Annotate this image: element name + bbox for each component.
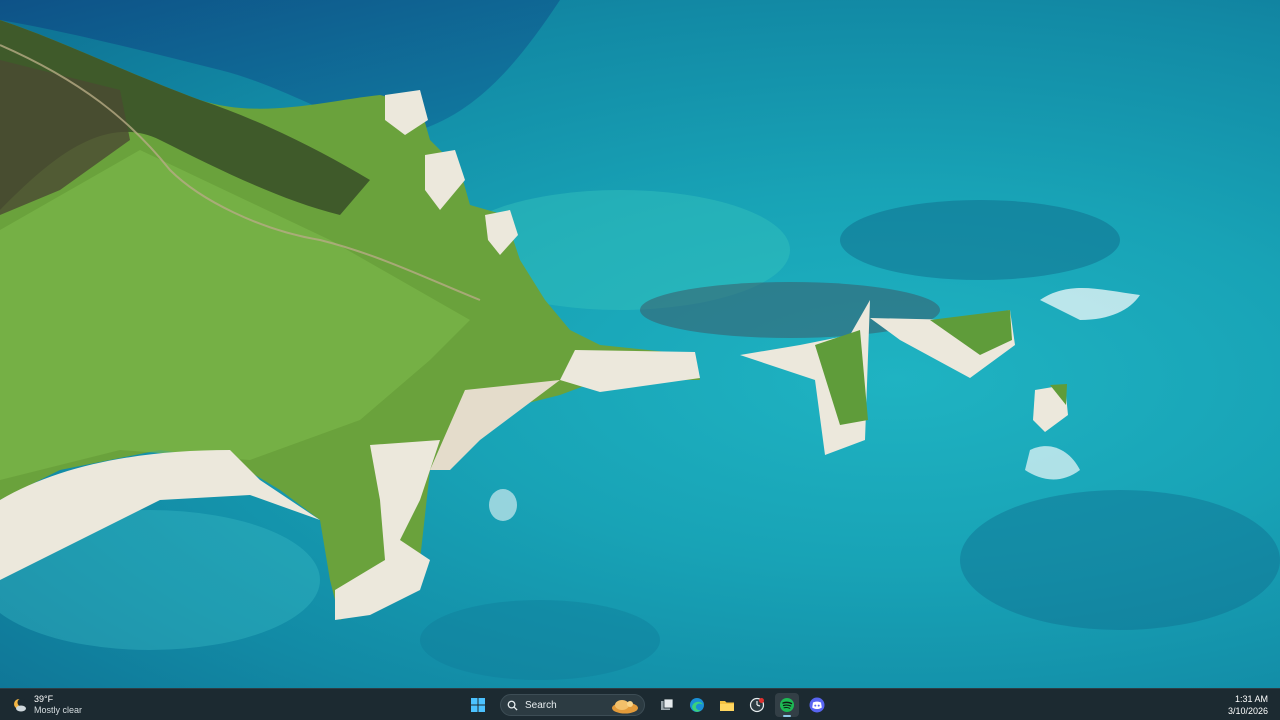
discord-icon [809, 697, 825, 713]
clock-time: 1:31 AM [1234, 694, 1268, 704]
clock-icon [749, 697, 765, 713]
start-button[interactable] [466, 693, 490, 717]
search-icon [507, 700, 518, 711]
taskbar-app-edge[interactable] [685, 693, 709, 717]
taskbar-app-clock[interactable] [745, 693, 769, 717]
taskbar-center: Search [466, 692, 829, 718]
windows-start-icon [471, 698, 485, 712]
taskbar-app-file-explorer[interactable] [715, 693, 739, 717]
clock-date: 3/10/2026 [1227, 706, 1268, 716]
desktop [0, 0, 1280, 688]
folder-icon [720, 701, 734, 711]
spotify-icon [780, 698, 794, 712]
edge-icon [690, 698, 704, 712]
search-box[interactable]: Search [500, 694, 645, 716]
taskbar-app-discord[interactable] [805, 693, 829, 717]
wallpaper-coastline [0, 0, 1280, 680]
weather-condition: Mostly clear [34, 705, 83, 715]
weather-temperature: 39°F [34, 694, 54, 704]
taskbar-app-spotify[interactable] [775, 693, 799, 717]
search-highlight-icon [612, 700, 638, 714]
system-clock[interactable]: 1:31 AM 3/10/2026 [1228, 693, 1268, 717]
weather-widget[interactable]: 39°F Mostly clear [8, 692, 86, 718]
search-label: Search [525, 699, 557, 711]
task-view-icon [661, 698, 674, 710]
taskbar: 39°F Mostly clear Search 1:31 AM 3/10/20… [0, 688, 1280, 720]
partly-cloudy-night-icon [12, 697, 28, 713]
taskbar-app-task-view[interactable] [655, 693, 679, 717]
